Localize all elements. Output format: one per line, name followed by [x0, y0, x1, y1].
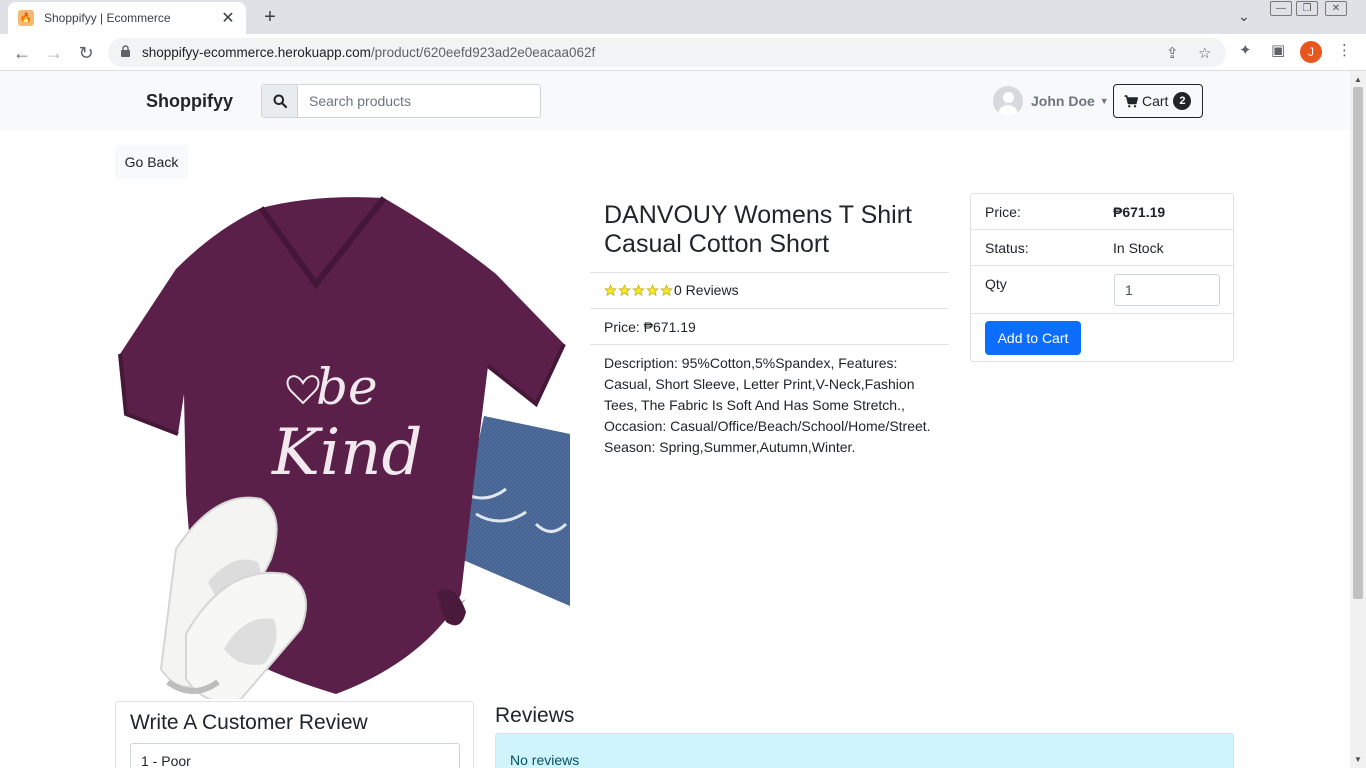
buybox-qty-row: Qty 1 — [971, 266, 1233, 314]
product-image: be Kind — [118, 196, 570, 699]
rating-stars — [604, 283, 674, 297]
search-button[interactable] — [262, 85, 298, 117]
reviews-count: 0 Reviews — [674, 282, 739, 298]
go-back-button[interactable]: Go Back — [115, 145, 188, 179]
product-title: DANVOUY Womens T Shirt Casual Cotton Sho… — [604, 201, 912, 258]
tab-strip: 🔥 Shoppifyy | Ecommerce ✕ + ⌄ — ❐ ✕ — [0, 0, 1366, 34]
product-price: Price: ₱671.19 — [604, 319, 696, 335]
reload-icon[interactable]: ↻ — [74, 41, 98, 65]
minimize-icon[interactable]: — — [1270, 1, 1292, 16]
bookmark-star-icon[interactable]: ☆ — [1198, 44, 1211, 62]
brand-logo[interactable]: Shoppifyy — [146, 91, 233, 112]
shirt-text-be: be — [316, 358, 378, 416]
star-icon — [618, 283, 631, 296]
browser-toolbar: ← → ↻ shoppifyy-ecommerce.herokuapp.com/… — [0, 34, 1366, 71]
cart-label: Cart — [1142, 93, 1169, 109]
browser-tab[interactable]: 🔥 Shoppifyy | Ecommerce ✕ — [8, 2, 246, 34]
qty-label: Qty — [985, 276, 1007, 292]
product-rating: 0 Reviews — [604, 282, 739, 298]
scrollbar-thumb[interactable] — [1353, 87, 1363, 599]
shirt-text-kind: Kind — [271, 416, 422, 490]
side-panel-icon[interactable]: ▣ — [1271, 41, 1285, 59]
product-description: Description: 95%Cotton,5%Spandex, Featur… — [604, 355, 931, 455]
buybox-status-row: Status: In Stock — [971, 230, 1233, 266]
profile-avatar[interactable]: J — [1300, 41, 1322, 63]
site-favicon-icon: 🔥 — [18, 10, 34, 26]
scroll-up-icon[interactable]: ▲ — [1354, 75, 1362, 84]
page-content: Shoppifyy John Doe ▼ Cart 2 Go Back — [0, 71, 1350, 768]
user-avatar — [993, 86, 1023, 116]
user-menu[interactable]: John Doe ▼ — [993, 86, 1109, 116]
price-value: ₱671.19 — [1113, 204, 1166, 220]
star-icon — [632, 283, 645, 296]
rating-select[interactable]: 1 - Poor — [130, 743, 460, 768]
cart-icon — [1124, 94, 1138, 107]
caret-down-icon: ▼ — [1099, 96, 1109, 106]
lock-icon — [120, 44, 136, 61]
tab-search-chevron-icon[interactable]: ⌄ — [1238, 8, 1250, 25]
status-label: Status: — [985, 240, 1029, 256]
price-label: Price: — [985, 204, 1021, 220]
scroll-down-icon[interactable]: ▼ — [1354, 755, 1362, 764]
share-icon[interactable]: ⇪ — [1166, 44, 1179, 62]
new-tab-icon[interactable]: + — [258, 6, 282, 29]
address-bar[interactable]: shoppifyy-ecommerce.herokuapp.com/produc… — [108, 38, 1226, 67]
divider — [590, 308, 949, 309]
close-window-icon[interactable]: ✕ — [1325, 1, 1347, 16]
buy-box: Price: ₱671.19 Status: In Stock Qty 1 Ad… — [970, 193, 1234, 362]
extensions-icon[interactable]: ✦ — [1239, 41, 1252, 59]
no-reviews-alert: No reviews — [495, 733, 1234, 768]
add-to-cart-button[interactable]: Add to Cart — [985, 321, 1081, 355]
menu-kebab-icon[interactable]: ⋮ — [1337, 41, 1352, 59]
reviews-heading: Reviews — [495, 704, 575, 727]
status-value: In Stock — [1113, 240, 1164, 256]
write-review-card: Write A Customer Review 1 - Poor — [115, 701, 474, 768]
star-icon — [660, 283, 673, 296]
site-navbar: Shoppifyy John Doe ▼ Cart 2 — [0, 71, 1350, 130]
search-icon — [273, 94, 287, 108]
write-review-title: Write A Customer Review — [130, 711, 368, 734]
back-icon[interactable]: ← — [10, 41, 34, 65]
divider — [590, 344, 949, 345]
close-tab-icon[interactable]: ✕ — [220, 8, 236, 28]
qty-select[interactable]: 1 — [1114, 274, 1220, 306]
star-icon — [604, 283, 617, 296]
divider — [590, 272, 949, 273]
no-reviews-text: No reviews — [510, 752, 580, 768]
cart-count-badge: 2 — [1173, 92, 1192, 110]
restore-icon[interactable]: ❐ — [1296, 1, 1318, 16]
star-icon — [646, 283, 659, 296]
search-input[interactable] — [298, 85, 540, 117]
cart-button[interactable]: Cart 2 — [1113, 84, 1203, 118]
tab-title: Shoppifyy | Ecommerce — [44, 11, 171, 25]
buybox-price-row: Price: ₱671.19 — [971, 194, 1233, 230]
url-text: shoppifyy-ecommerce.herokuapp.com/produc… — [142, 45, 596, 60]
user-name: John Doe — [1031, 93, 1095, 109]
page-scrollbar[interactable]: ▲ ▼ — [1350, 71, 1366, 768]
search-bar — [261, 84, 541, 118]
forward-icon[interactable]: → — [42, 41, 66, 65]
